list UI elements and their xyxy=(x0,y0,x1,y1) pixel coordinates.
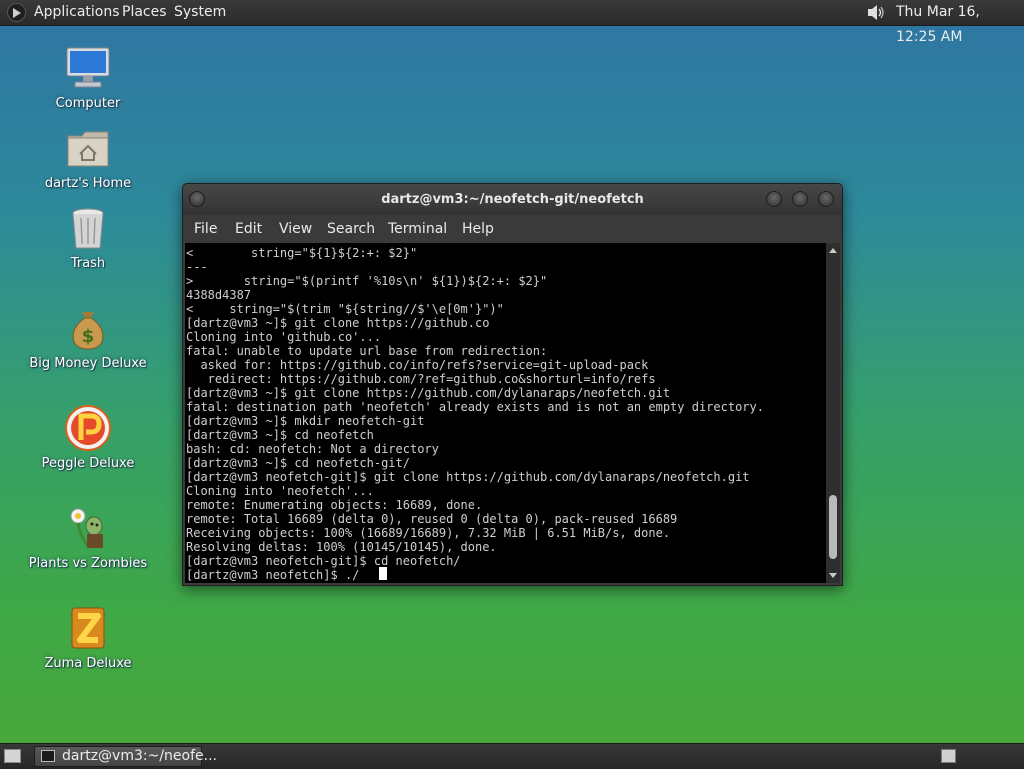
terminal-line: [dartz@vm3 neofetch]$ ./ xyxy=(186,568,360,582)
terminal-line: [dartz@vm3 ~]$ git clone https://github.… xyxy=(186,386,671,400)
desktop-icon-big-money[interactable]: $ Big Money Deluxe xyxy=(28,304,148,371)
gnome-foot-icon[interactable] xyxy=(7,3,26,22)
terminal-line: bash: cd: neofetch: Not a directory xyxy=(186,442,439,456)
terminal-line: Resolving deltas: 100% (10145/10145), do… xyxy=(186,540,497,554)
desktop-icon-peggle[interactable]: Peggle Deluxe xyxy=(28,404,148,471)
maximize-icon[interactable] xyxy=(792,191,808,207)
zuma-icon xyxy=(71,607,105,649)
plants-zombies-icon xyxy=(70,508,103,548)
terminal-line: redirect: https://github.com/?ref=github… xyxy=(186,372,656,386)
home-folder-icon xyxy=(67,131,109,167)
terminal-line: [dartz@vm3 ~]$ git clone https://github.… xyxy=(186,316,490,330)
scroll-down-icon[interactable] xyxy=(829,573,837,578)
terminal-scrollbar[interactable] xyxy=(826,243,840,583)
menu-help[interactable]: Help xyxy=(462,215,494,243)
text-cursor xyxy=(379,567,387,580)
svg-text:$: $ xyxy=(82,326,95,347)
desktop-icon-label: dartz's Home xyxy=(44,176,132,191)
desktop-icon-zuma[interactable]: Zuma Deluxe xyxy=(28,604,148,671)
desktop-icon-plants-zombies[interactable]: Plants vs Zombies xyxy=(28,504,148,571)
desktop-icon-label: Peggle Deluxe xyxy=(41,456,135,471)
scrollbar-thumb[interactable] xyxy=(829,495,837,559)
applications-menu[interactable]: Applications xyxy=(34,0,120,25)
menu-file[interactable]: File xyxy=(194,215,217,243)
desktop-icon-label: Big Money Deluxe xyxy=(29,356,147,371)
taskbar-label: dartz@vm3:~/neofe... xyxy=(62,748,217,764)
terminal-icon xyxy=(41,750,55,762)
terminal-line: [dartz@vm3 neofetch-git]$ git clone http… xyxy=(186,470,750,484)
terminal-window[interactable]: dartz@vm3:~/neofetch-git/neofetch File E… xyxy=(182,183,843,586)
terminal-line: < string="$(trim "${string//$'\e[0m'}")" xyxy=(186,302,504,316)
terminal-line: > string="$(printf '%10s\n' ${1})${2:+: … xyxy=(186,274,548,288)
trash-icon xyxy=(72,208,104,249)
desktop-icon-trash[interactable]: Trash xyxy=(28,204,148,271)
money-bag-icon: $ xyxy=(72,312,104,350)
menu-terminal[interactable]: Terminal xyxy=(388,215,447,243)
terminal-line: [dartz@vm3 ~]$ cd neofetch xyxy=(186,428,374,442)
places-menu[interactable]: Places xyxy=(122,0,167,25)
minimize-icon[interactable] xyxy=(766,191,782,207)
desktop-icon-label: Trash xyxy=(70,256,106,271)
clock[interactable]: Thu Mar 16, 12:25 AM xyxy=(896,0,1024,50)
window-title: dartz@vm3:~/neofetch-git/neofetch xyxy=(381,192,644,207)
window-menu-icon[interactable] xyxy=(189,191,205,207)
terminal-line: [dartz@vm3 ~]$ mkdir neofetch-git xyxy=(186,414,425,428)
terminal-line: fatal: unable to update url base from re… xyxy=(186,344,548,358)
desktop-icon-label: Computer xyxy=(55,96,121,111)
system-menu[interactable]: System xyxy=(174,0,226,25)
taskbar-terminal-button[interactable]: dartz@vm3:~/neofe... xyxy=(34,746,217,767)
terminal-line: [dartz@vm3 neofetch-git]$ cd neofetch/ xyxy=(186,554,461,568)
desktop-icon-computer[interactable]: Computer xyxy=(28,44,148,111)
show-desktop-icon[interactable] xyxy=(4,749,21,763)
menu-view[interactable]: View xyxy=(279,215,312,243)
terminal-line: < string="${1}${2:+: $2}" xyxy=(186,246,418,260)
window-titlebar[interactable]: dartz@vm3:~/neofetch-git/neofetch xyxy=(183,184,842,215)
desktop-icon-label: Zuma Deluxe xyxy=(44,656,132,671)
workspace-switcher-icon[interactable] xyxy=(941,749,956,763)
terminal-line: Cloning into 'neofetch'... xyxy=(186,484,374,498)
monitor-icon xyxy=(66,47,110,88)
terminal-output[interactable]: < string="${1}${2:+: $2}" --- > string="$(… xyxy=(185,243,826,583)
scroll-up-icon[interactable] xyxy=(829,248,837,253)
terminal-line: remote: Enumerating objects: 16689, done… xyxy=(186,498,483,512)
terminal-line: Receiving objects: 100% (16689/16689), 7… xyxy=(186,526,671,540)
bottom-panel: dartz@vm3:~/neofe... xyxy=(0,743,1024,769)
menu-search[interactable]: Search xyxy=(327,215,375,243)
top-panel: Applications Places System Thu Mar 16, 1… xyxy=(0,0,1024,45)
speaker-icon[interactable] xyxy=(865,2,887,23)
terminal-line: --- xyxy=(186,260,208,274)
terminal-line: Cloning into 'github.co'... xyxy=(186,330,382,344)
terminal-menubar: File Edit View Search Terminal Help xyxy=(183,215,842,243)
close-icon[interactable] xyxy=(818,191,834,207)
terminal-line: 4388d4387 xyxy=(186,288,252,302)
terminal-line: asked for: https://github.co/info/refs?s… xyxy=(186,358,649,372)
terminal-line: [dartz@vm3 ~]$ cd neofetch-git/ xyxy=(186,456,410,470)
menu-edit[interactable]: Edit xyxy=(235,215,262,243)
desktop-icon-label: Plants vs Zombies xyxy=(28,556,148,571)
terminal-line: remote: Total 16689 (delta 0), reused 0 … xyxy=(186,512,678,526)
peggle-icon xyxy=(65,405,111,451)
terminal-line: fatal: destination path 'neofetch' alrea… xyxy=(186,400,764,414)
desktop-icon-home[interactable]: dartz's Home xyxy=(28,124,148,191)
